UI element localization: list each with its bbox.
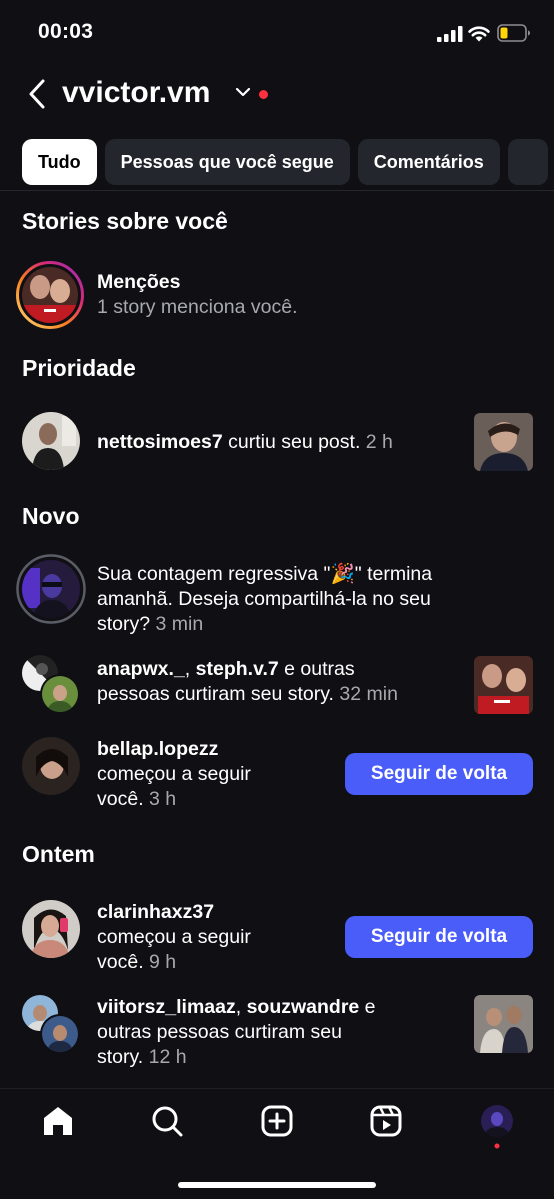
follow-row-1[interactable]: bellap.lopezz começou a seguir você. 3 h… — [0, 737, 554, 817]
story-likes-row[interactable]: anapwx._, steph.v.7 e outras pessoas cur… — [0, 655, 554, 717]
countdown-time: 3 min — [155, 613, 204, 635]
story-likes-rest: e outras — [278, 658, 355, 680]
section-stories-title: Stories sobre você — [22, 208, 228, 234]
follow-row-2[interactable]: clarinhaxz37 começou a seguir você. 9 h … — [0, 900, 554, 980]
back-arrow-icon[interactable] — [26, 78, 48, 110]
account-username-title[interactable]: vvictor.vm — [62, 76, 210, 110]
mentions-row[interactable]: Menções 1 story menciona você. — [0, 258, 554, 334]
filter-tabs: Tudo Pessoas que você segue Comentários — [22, 139, 554, 185]
post-thumbnail[interactable] — [474, 413, 533, 471]
story-likes-rest: e — [359, 996, 376, 1018]
stacked-avatars[interactable] — [22, 995, 82, 1055]
home-indicator — [178, 1182, 376, 1188]
section-yesterday-title: Ontem — [22, 841, 95, 867]
cellular-signal-icon — [437, 26, 463, 42]
divider — [0, 190, 554, 191]
tab-comments[interactable]: Comentários — [357, 139, 500, 185]
follower-username[interactable]: bellap.lopezz — [97, 737, 251, 762]
story-likes-row-2[interactable]: viitorsz_limaaz, souzwandre e outras pes… — [0, 995, 554, 1073]
story-likes-line2: pessoas curtiram seu story. — [97, 683, 334, 705]
reels-icon[interactable] — [369, 1104, 403, 1138]
countdown-line2: amanhã. Deseja compartilhá-la no seu — [97, 588, 431, 610]
follow-time: 9 h — [149, 951, 177, 973]
header: vvictor.vm — [0, 70, 554, 120]
search-icon[interactable] — [150, 1104, 184, 1138]
countdown-line3: story? — [97, 613, 151, 635]
follow-line3: você. — [97, 951, 144, 973]
notification-dot — [259, 90, 268, 99]
follower-username[interactable]: clarinhaxz37 — [97, 900, 251, 925]
story-thumbnail[interactable] — [474, 995, 533, 1053]
liker-username-1[interactable]: viitorsz_limaaz — [97, 996, 236, 1018]
user-avatar[interactable] — [22, 737, 80, 795]
liker-username-2[interactable]: steph.v.7 — [196, 658, 279, 680]
follow-time: 3 h — [149, 788, 177, 810]
battery-icon — [497, 24, 530, 42]
tab-more[interactable] — [507, 139, 548, 185]
countdown-row[interactable]: Sua contagem regressiva "🎉" termina aman… — [0, 554, 554, 638]
status-bar: 00:03 — [0, 0, 554, 66]
wifi-icon — [468, 26, 490, 42]
follow-back-button[interactable]: Seguir de volta — [345, 916, 533, 958]
story-likes-line3: story. — [97, 1046, 144, 1068]
countdown-line1: Sua contagem regressiva "🎉" termina — [97, 563, 433, 585]
liker-username-2[interactable]: souzwandre — [247, 996, 360, 1018]
follow-line2: começou a seguir — [97, 926, 251, 948]
priority-like-row[interactable]: nettosimoes7 curtiu seu post. 2 h — [0, 412, 554, 474]
story-likes-line2: outras pessoas curtiram seu — [97, 1021, 342, 1043]
liker-username-1[interactable]: anapwx._ — [97, 658, 185, 680]
priority-action: curtiu seu post. — [222, 431, 361, 453]
follow-line2: começou a seguir — [97, 763, 251, 785]
create-icon[interactable] — [260, 1104, 294, 1138]
story-likes-time: 32 min — [339, 683, 398, 705]
user-avatar[interactable] — [22, 412, 80, 470]
status-time: 00:03 — [38, 20, 94, 43]
profile-avatar[interactable] — [479, 1103, 515, 1149]
home-icon[interactable] — [41, 1104, 75, 1138]
follow-line3: você. — [97, 788, 144, 810]
story-thumbnail[interactable] — [474, 656, 533, 714]
user-avatar[interactable] — [22, 900, 80, 958]
tab-all[interactable]: Tudo — [22, 139, 97, 185]
mentions-title: Menções — [97, 271, 181, 293]
mentions-subtitle: 1 story menciona você. — [97, 296, 298, 318]
section-priority-title: Prioridade — [22, 355, 136, 381]
story-likes-time: 12 h — [148, 1046, 187, 1068]
priority-username[interactable]: nettosimoes7 — [97, 431, 223, 453]
stacked-avatars[interactable] — [22, 655, 82, 715]
separator: , — [184, 658, 196, 680]
separator: , — [235, 996, 247, 1018]
follow-back-button[interactable]: Seguir de volta — [345, 753, 533, 795]
chevron-down-icon[interactable] — [235, 86, 251, 98]
countdown-avatar[interactable] — [16, 554, 86, 624]
mentions-story-avatar[interactable] — [16, 261, 84, 329]
section-new-title: Novo — [22, 503, 80, 529]
tab-following[interactable]: Pessoas que você segue — [104, 139, 350, 185]
priority-time: 2 h — [365, 431, 393, 453]
